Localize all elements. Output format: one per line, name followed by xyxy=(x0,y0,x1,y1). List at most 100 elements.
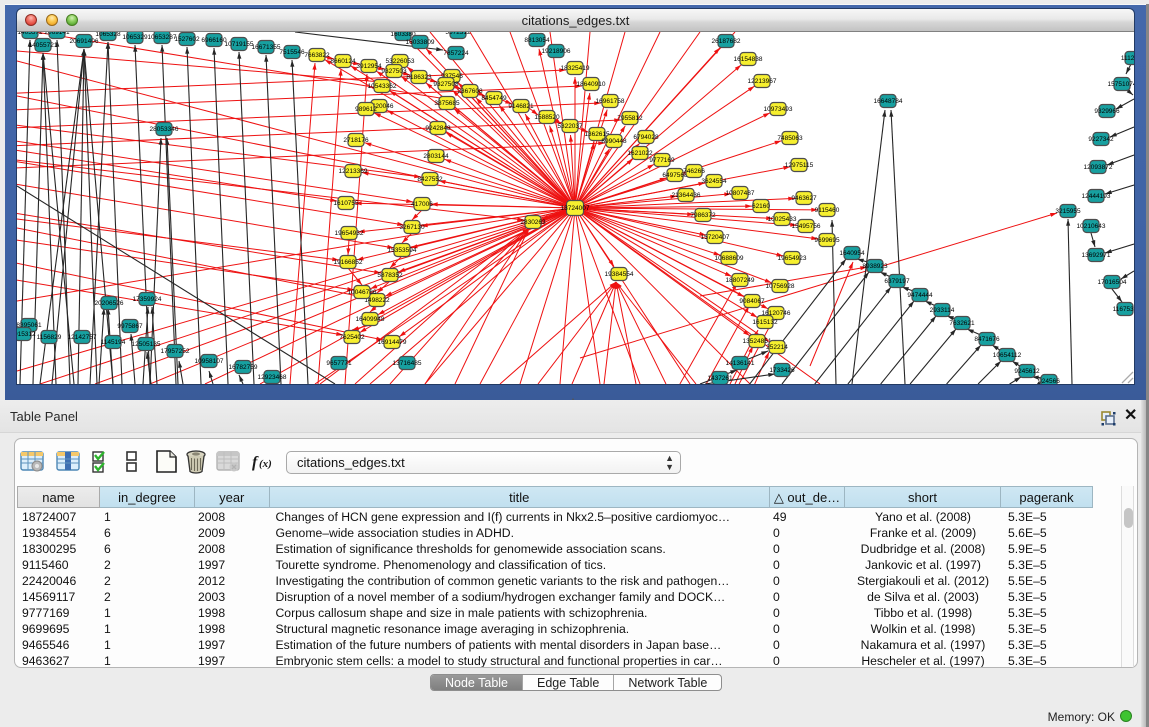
svg-text:7955812: 7955812 xyxy=(617,115,643,122)
svg-text:9146821: 9146821 xyxy=(508,103,534,110)
svg-text:8813054: 8813054 xyxy=(524,37,550,44)
svg-text:18724007: 18724007 xyxy=(561,205,590,212)
svg-text:9242848: 9242848 xyxy=(425,125,451,132)
svg-text:10653287: 10653287 xyxy=(148,34,177,41)
svg-text:14136141: 14136141 xyxy=(726,360,755,367)
svg-text:9115460: 9115460 xyxy=(815,207,840,214)
svg-text:9474444: 9474444 xyxy=(907,292,933,299)
svg-text:18807249: 18807249 xyxy=(726,277,755,284)
svg-text:20691406: 20691406 xyxy=(70,38,99,45)
svg-text:9657771: 9657771 xyxy=(326,360,352,367)
svg-text:17957252: 17957252 xyxy=(161,348,190,355)
svg-text:6379197: 6379197 xyxy=(884,278,910,285)
svg-text:9327508: 9327508 xyxy=(433,81,459,88)
svg-text:7485063: 7485063 xyxy=(777,135,803,142)
svg-text:9699695: 9699695 xyxy=(814,237,840,244)
svg-text:8454749: 8454749 xyxy=(481,95,507,102)
svg-text:5322037: 5322037 xyxy=(557,123,583,130)
svg-text:5878352: 5878352 xyxy=(377,272,403,279)
svg-text:6966160: 6966160 xyxy=(201,37,227,44)
svg-text:62160: 62160 xyxy=(752,203,770,210)
svg-text:7625402: 7625402 xyxy=(339,334,365,341)
svg-text:16914479: 16914479 xyxy=(378,339,407,346)
svg-text:14055721: 14055721 xyxy=(29,42,58,49)
svg-text:8938923: 8938923 xyxy=(862,263,888,270)
svg-text:7663822: 7663822 xyxy=(304,52,330,59)
svg-text:12093872: 12093872 xyxy=(1084,164,1113,171)
svg-text:12505135: 12505135 xyxy=(132,341,161,348)
svg-text:9329966: 9329966 xyxy=(1094,108,1120,115)
svg-text:10688609: 10688609 xyxy=(715,255,744,262)
svg-text:9084067: 9084067 xyxy=(739,298,765,305)
svg-text:10958107: 10958107 xyxy=(195,358,224,365)
svg-text:26187682: 26187682 xyxy=(712,38,741,45)
svg-text:12213369: 12213369 xyxy=(339,168,368,175)
svg-text:9245612: 9245612 xyxy=(1014,368,1040,375)
svg-text:13692971: 13692971 xyxy=(1082,252,1111,259)
svg-text:19166852: 19166852 xyxy=(334,259,363,266)
svg-text:417006: 417006 xyxy=(411,201,433,208)
svg-text:1437261: 1437261 xyxy=(707,375,733,382)
svg-text:1405572: 1405572 xyxy=(17,32,43,36)
svg-text:1733426: 1733426 xyxy=(769,367,795,374)
svg-text:17359924: 17359924 xyxy=(133,296,162,303)
svg-text:8186323: 8186323 xyxy=(406,74,432,81)
svg-text:15720407: 15720407 xyxy=(701,234,730,241)
svg-text:5572312: 5572312 xyxy=(445,32,471,36)
svg-text:10807487: 10807487 xyxy=(726,190,755,197)
svg-text:7857224: 7857224 xyxy=(443,50,469,57)
svg-text:8471676: 8471676 xyxy=(974,336,1000,343)
svg-text:8427552: 8427552 xyxy=(417,176,443,183)
svg-text:1621022: 1621022 xyxy=(627,150,653,157)
svg-text:7515546: 7515546 xyxy=(279,49,305,56)
svg-text:12444193: 12444193 xyxy=(1082,193,1111,200)
svg-text:16648784: 16648784 xyxy=(874,98,903,105)
svg-text:12213967: 12213967 xyxy=(748,78,777,85)
svg-text:16154838: 16154838 xyxy=(734,56,763,63)
svg-text:19654932: 19654932 xyxy=(335,230,364,237)
svg-text:3624554: 3624554 xyxy=(701,178,727,185)
svg-text:19654923: 19654923 xyxy=(778,255,807,262)
svg-text:9915312: 9915312 xyxy=(17,331,36,338)
svg-text:9975867: 9975867 xyxy=(117,323,143,330)
svg-text:16671355: 16671355 xyxy=(252,44,281,51)
svg-text:3912954: 3912954 xyxy=(356,63,382,70)
svg-text:10756928: 10756928 xyxy=(766,283,795,290)
svg-text:20206526: 20206526 xyxy=(95,300,124,307)
svg-text:3215955: 3215955 xyxy=(1055,208,1081,215)
svg-text:12975115: 12975115 xyxy=(785,162,814,169)
svg-text:13716485: 13716485 xyxy=(393,360,422,367)
svg-text:1156829: 1156829 xyxy=(37,334,62,341)
svg-text:1588520: 1588520 xyxy=(534,114,560,121)
svg-text:6794028: 6794028 xyxy=(633,134,659,141)
svg-text:10973493: 10973493 xyxy=(764,106,793,113)
svg-text:7632621: 7632621 xyxy=(949,320,975,327)
svg-text:924566: 924566 xyxy=(1038,378,1060,384)
svg-text:1167533: 1167533 xyxy=(1113,306,1134,313)
svg-text:16409948: 16409948 xyxy=(356,316,385,323)
svg-text:3267130: 3267130 xyxy=(399,224,425,231)
svg-text:9327503: 9327503 xyxy=(381,68,407,75)
svg-text:f: f xyxy=(252,454,259,471)
svg-text:1527602: 1527602 xyxy=(174,36,200,43)
svg-text:1145194: 1145194 xyxy=(101,339,126,346)
svg-text:10046786: 10046786 xyxy=(348,289,377,296)
svg-text:1610755: 1610755 xyxy=(333,200,359,207)
svg-text:8990448: 8990448 xyxy=(601,138,627,145)
svg-text:2803144: 2803144 xyxy=(423,153,449,160)
svg-text:12142757: 12142757 xyxy=(68,334,97,341)
svg-text:746266: 746266 xyxy=(683,168,705,175)
svg-text:10210643: 10210643 xyxy=(1077,223,1106,230)
svg-text:2718176: 2718176 xyxy=(343,137,369,144)
svg-text:12923468: 12923468 xyxy=(258,374,287,381)
svg-text:10654112: 10654112 xyxy=(993,352,1022,359)
svg-text:28053346: 28053346 xyxy=(150,126,179,133)
svg-text:2069141: 2069141 xyxy=(44,32,70,36)
svg-text:19384554: 19384554 xyxy=(605,271,634,278)
svg-text:10543362: 10543362 xyxy=(368,83,397,90)
svg-text:18640910: 18640910 xyxy=(577,81,606,88)
svg-text:10719155: 10719155 xyxy=(225,41,254,48)
svg-text:16782759: 16782759 xyxy=(229,364,258,371)
svg-text:9463627: 9463627 xyxy=(791,195,817,202)
svg-text:252214: 252214 xyxy=(766,344,788,351)
